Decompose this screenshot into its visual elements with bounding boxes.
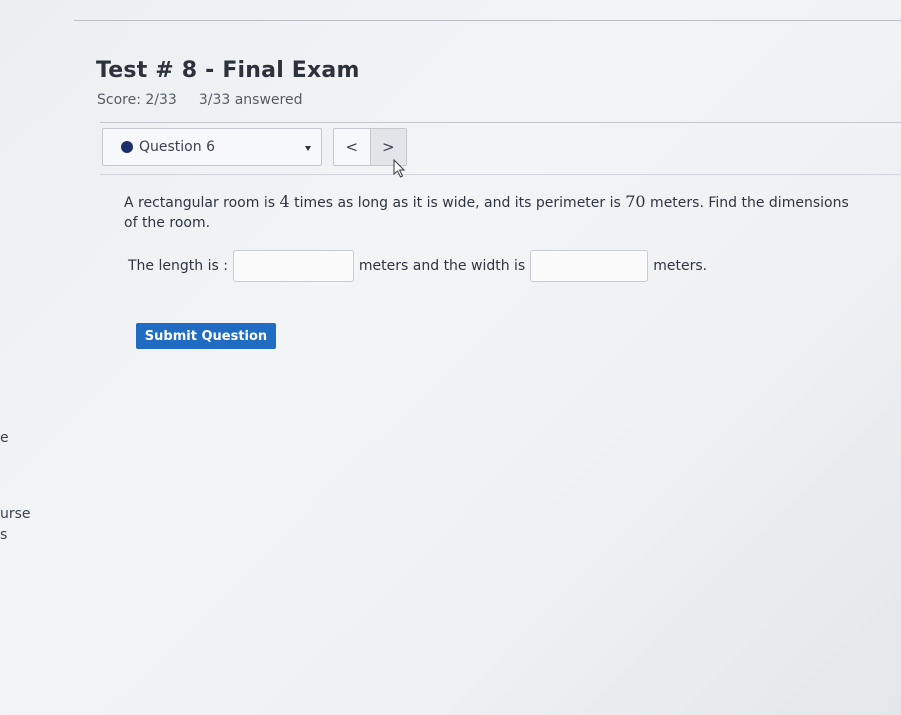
status-dot-icon [121,141,133,153]
sidebar-fragment[interactable]: urse [0,506,31,522]
length-input[interactable] [232,250,354,282]
sidebar-fragment[interactable]: e [0,430,9,446]
question-number-ratio: 4 [279,192,290,211]
section-divider-lower [100,174,901,175]
question-dropdown-label: Question 6 [139,139,215,155]
section-divider [100,122,901,123]
answer-row: The length is : meters and the width is … [128,249,707,283]
sidebar-fragment[interactable]: s [0,527,7,543]
page-title: Test # 8 - Final Exam [96,58,360,83]
question-dropdown[interactable]: Question 6 [102,128,322,166]
score-line: Score: 2/33 3/33 answered [97,92,302,108]
answered-count: 3/33 answered [198,92,303,108]
question-text-part: A rectangular room is [124,195,280,211]
question-text-part: times as long as it is wide, and its per… [289,195,626,211]
width-input[interactable] [530,250,649,282]
submit-question-button[interactable]: Submit Question [136,323,276,349]
score-text: Score: 2/33 [97,92,177,108]
question-number-perimeter: 70 [625,192,646,211]
mouse-cursor-icon [393,159,406,178]
width-label: meters and the width is [358,258,526,274]
caret-down-icon [305,146,311,151]
length-label: The length is : [128,258,228,274]
question-text: A rectangular room is 4 times as long as… [124,192,859,233]
top-divider [74,20,901,21]
previous-question-button[interactable]: < [334,129,370,165]
unit-suffix: meters. [653,258,708,274]
